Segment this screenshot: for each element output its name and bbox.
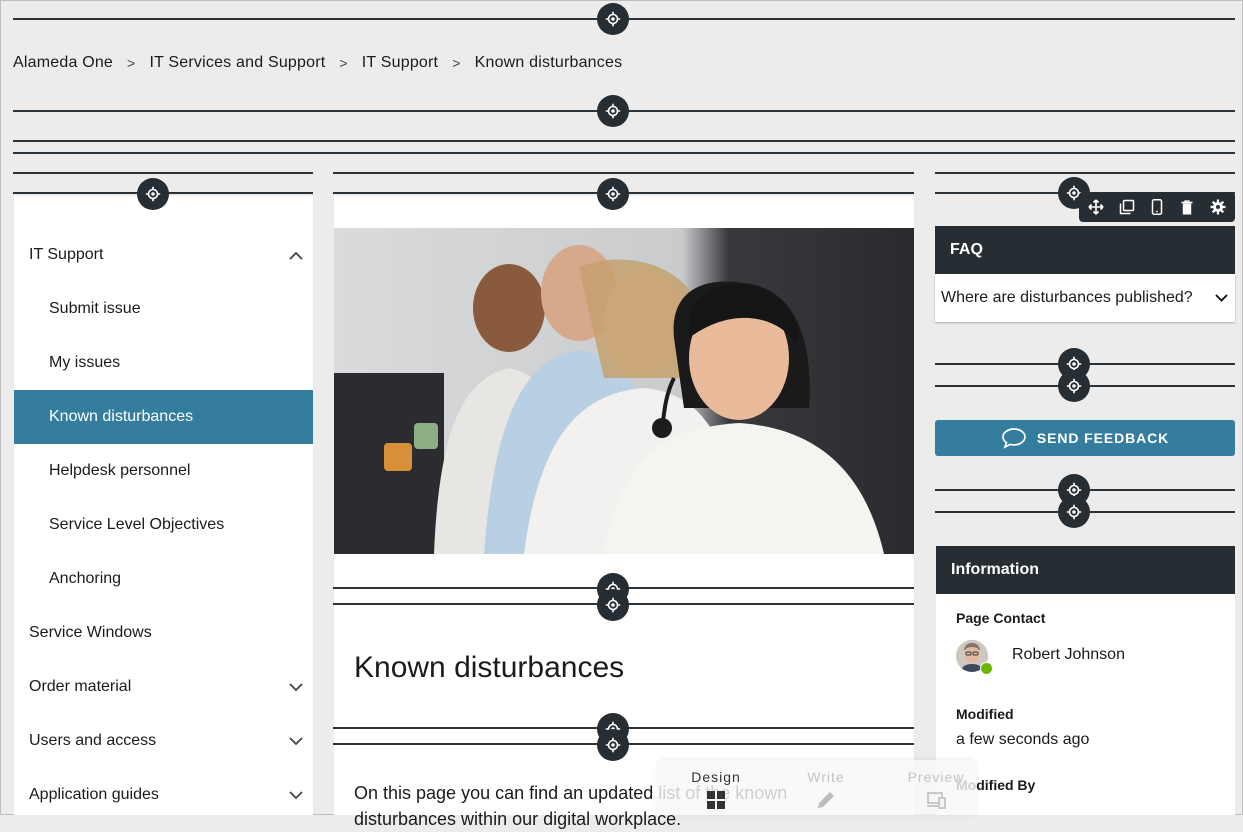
copy-icon[interactable] [1117, 197, 1137, 217]
section-handle-icon[interactable] [1058, 496, 1090, 528]
column-divider [935, 172, 1235, 174]
nav-item-my-issues[interactable]: My issues [14, 336, 313, 390]
nav-item-label: IT Support [29, 246, 104, 263]
section-handle-icon[interactable] [597, 178, 629, 210]
presence-available-icon [980, 662, 993, 675]
chevron-down-icon[interactable] [281, 682, 311, 692]
mode-design-button[interactable]: Design [666, 769, 766, 811]
mode-label: Design [691, 769, 741, 785]
nav-item-label: Submit issue [49, 300, 141, 317]
nav-item-submit-issue[interactable]: Submit issue [14, 282, 313, 336]
delete-icon[interactable] [1177, 197, 1197, 217]
chevron-down-icon[interactable] [281, 790, 311, 800]
nav-item-label: Service Windows [29, 624, 152, 641]
information-header: Information [936, 546, 1235, 594]
section-handle-icon[interactable] [137, 178, 169, 210]
chevron-down-icon[interactable] [281, 736, 311, 746]
nav-item-helpdesk-personnel[interactable]: Helpdesk personnel [14, 444, 313, 498]
breadcrumb-separator-icon: > [452, 55, 461, 71]
faq-title: FAQ [950, 241, 983, 258]
send-feedback-label: SEND FEEDBACK [1036, 430, 1170, 446]
webpart-toolbar [1079, 192, 1235, 222]
nav-item-label: Users and access [29, 732, 157, 749]
section-handle-icon[interactable] [597, 589, 629, 621]
page-title: Known disturbances [354, 651, 625, 684]
grid-icon [707, 791, 725, 809]
side-navigation: IT Support Submit issue My issues Known … [14, 196, 313, 815]
faq-question-accordion[interactable]: Where are disturbances published? [935, 274, 1235, 322]
mode-label: Preview [907, 769, 965, 785]
mode-preview-button[interactable]: Preview [886, 769, 986, 811]
nav-item-order-material[interactable]: Order material [14, 660, 313, 714]
section-handle-icon[interactable] [597, 3, 629, 35]
faq-header: FAQ [935, 226, 1235, 274]
nav-item-application-guides[interactable]: Application guides [14, 768, 313, 822]
section-handle-icon[interactable] [597, 729, 629, 761]
section-divider [13, 140, 1235, 142]
information-title: Information [951, 561, 1039, 578]
nav-item-service-windows[interactable]: Service Windows [14, 606, 313, 660]
chat-bubble-icon [1001, 427, 1027, 449]
send-feedback-button[interactable]: SEND FEEDBACK [935, 420, 1235, 456]
nav-item-label: My issues [49, 354, 121, 371]
hero-image [334, 228, 914, 554]
avatar[interactable] [956, 640, 993, 675]
devices-icon [927, 792, 946, 809]
mobile-icon[interactable] [1147, 197, 1167, 217]
section-handle-icon[interactable] [1058, 370, 1090, 402]
modified-value: a few seconds ago [956, 731, 1090, 748]
faq-question-label: Where are disturbances published? [941, 289, 1193, 306]
nav-item-anchoring[interactable]: Anchoring [14, 552, 313, 606]
modified-label: Modified [956, 706, 1014, 722]
breadcrumb-item[interactable]: Alameda One [13, 54, 113, 72]
nav-item-label: Known disturbances [49, 408, 194, 425]
nav-item-service-level-objectives[interactable]: Service Level Objectives [14, 498, 313, 552]
breadcrumb: Alameda One > IT Services and Support > … [13, 54, 622, 72]
nav-item-label: Anchoring [49, 570, 122, 587]
contact-name[interactable]: Robert Johnson [1012, 646, 1125, 664]
mode-label: Write [807, 769, 845, 785]
nav-item-known-disturbances[interactable]: Known disturbances [14, 390, 313, 444]
nav-item-label: Application guides [29, 786, 159, 803]
support-team-photo [334, 228, 914, 554]
breadcrumb-separator-icon: > [339, 55, 348, 71]
settings-icon[interactable] [1208, 197, 1228, 217]
nav-item-label: Helpdesk personnel [49, 462, 191, 479]
nav-item-label: Order material [29, 678, 132, 695]
section-divider [13, 152, 1235, 154]
breadcrumb-item[interactable]: IT Support [362, 54, 438, 72]
column-divider [333, 172, 914, 174]
breadcrumb-item-current[interactable]: Known disturbances [475, 54, 623, 72]
mode-write-button[interactable]: Write [776, 769, 876, 811]
edit-mode-bar: Design Write Preview [658, 760, 976, 815]
section-handle-icon[interactable] [597, 95, 629, 127]
chevron-down-icon[interactable] [1209, 294, 1233, 302]
breadcrumb-item[interactable]: IT Services and Support [149, 54, 325, 72]
breadcrumb-separator-icon: > [127, 55, 136, 71]
nav-item-label: Service Level Objectives [49, 516, 225, 533]
column-divider [13, 172, 313, 174]
nav-item-it-support[interactable]: IT Support [14, 228, 313, 282]
page-contact-label: Page Contact [956, 610, 1046, 626]
move-icon[interactable] [1086, 197, 1106, 217]
nav-item-users-and-access[interactable]: Users and access [14, 714, 313, 768]
chevron-up-icon[interactable] [281, 251, 311, 260]
pencil-icon [818, 792, 834, 808]
